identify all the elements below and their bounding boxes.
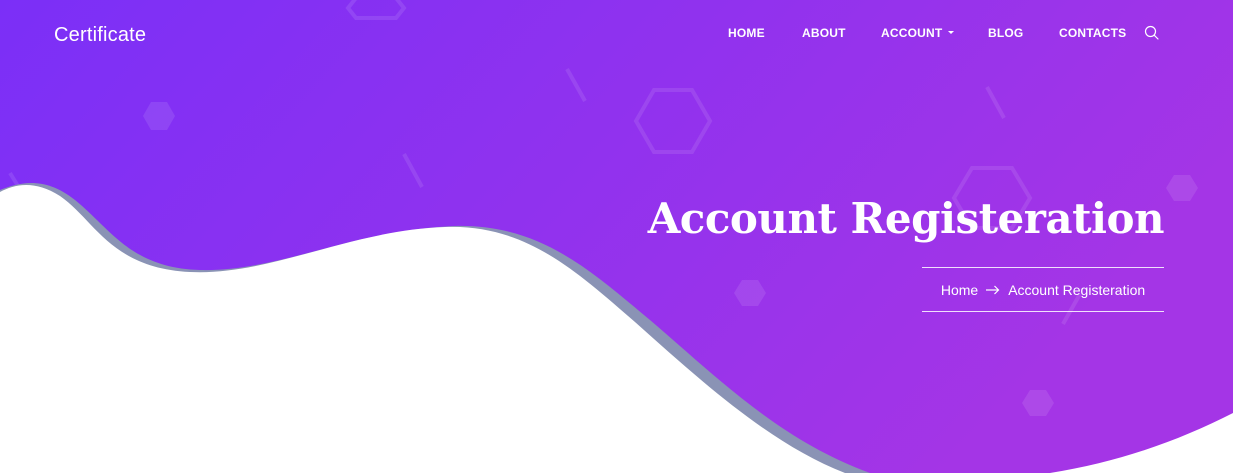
nav-blog[interactable]: BLOG xyxy=(988,26,1023,40)
nav-account-dropdown[interactable]: ACCOUNT xyxy=(881,26,955,40)
nav-contacts[interactable]: CONTACTS xyxy=(1059,26,1126,40)
caret-down-icon xyxy=(948,31,955,34)
breadcrumb-current: Account Registeration xyxy=(1008,281,1146,298)
arrow-right-icon xyxy=(986,285,1000,295)
page-title: Account Registeration xyxy=(647,194,1165,243)
breadcrumb: Home Account Registeration xyxy=(922,267,1164,312)
breadcrumb-home-link[interactable]: Home xyxy=(941,282,978,298)
nav-about[interactable]: ABOUT xyxy=(802,26,846,40)
nav-home[interactable]: HOME xyxy=(728,26,765,40)
nav-account-label: ACCOUNT xyxy=(881,26,943,40)
hero-banner: Certificate HOME ABOUT ACCOUNT BLOG CONT… xyxy=(0,0,1233,473)
search-icon[interactable] xyxy=(1144,25,1160,41)
main-nav: HOME ABOUT ACCOUNT BLOG CONTACTS xyxy=(0,26,1233,46)
